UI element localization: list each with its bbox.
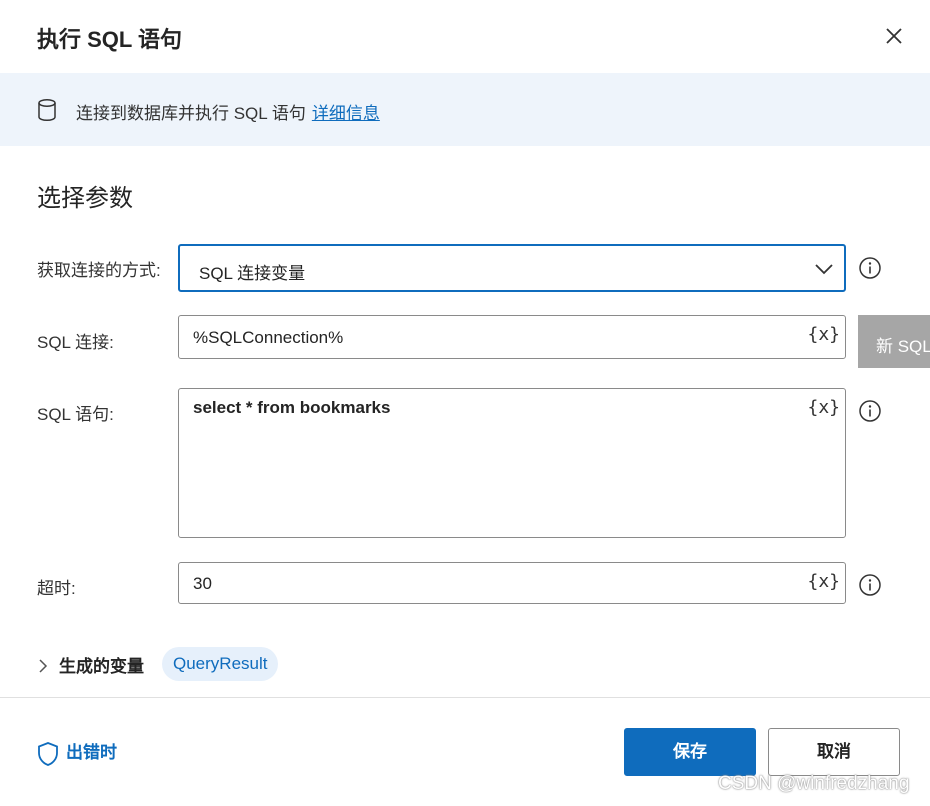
shield-icon	[38, 741, 58, 766]
watermark: CSDN @winfredzhang	[718, 773, 910, 794]
sql-connection-input[interactable]: %SQLConnection% {x}	[178, 315, 846, 359]
info-icon[interactable]	[858, 399, 882, 423]
timeout-value: 30	[193, 574, 212, 593]
info-icon[interactable]	[858, 256, 882, 280]
details-link[interactable]: 详细信息	[312, 104, 380, 123]
banner-text: 连接到数据库并执行 SQL 语句 详细信息	[76, 99, 380, 124]
timeout-label: 超时:	[37, 579, 76, 598]
sql-connection-value: %SQLConnection%	[193, 328, 344, 347]
dialog-title: 执行 SQL 语句	[37, 27, 183, 52]
section-title: 选择参数	[37, 185, 133, 212]
new-sql-button[interactable]: 新 SQL	[858, 315, 930, 368]
variable-picker-button[interactable]: {x}	[807, 397, 840, 418]
chevron-down-icon	[815, 264, 833, 275]
on-error-label: 出错时	[66, 743, 117, 762]
sql-statement-textarea[interactable]: select * from bookmarks {x}	[178, 388, 846, 538]
info-circle-icon	[859, 257, 881, 279]
connection-mode-value: SQL 连接变量	[199, 264, 306, 283]
variable-picker-button[interactable]: {x}	[807, 324, 840, 345]
banner-description: 连接到数据库并执行 SQL 语句	[76, 104, 306, 123]
chevron-right-icon	[37, 657, 49, 677]
info-circle-icon	[859, 400, 881, 422]
info-icon[interactable]	[858, 573, 882, 597]
close-button[interactable]	[880, 22, 908, 50]
cancel-button[interactable]: 取消	[768, 728, 900, 776]
generated-variables-label: 生成的变量	[59, 657, 144, 676]
connection-mode-select[interactable]: SQL 连接变量	[178, 244, 846, 292]
save-button[interactable]: 保存	[624, 728, 756, 776]
info-banner: 连接到数据库并执行 SQL 语句 详细信息	[0, 73, 930, 146]
sql-connection-label: SQL 连接:	[37, 333, 114, 352]
variable-picker-button[interactable]: {x}	[807, 571, 840, 592]
on-error-button[interactable]: 出错时	[36, 738, 117, 767]
generated-variables-toggle[interactable]: 生成的变量	[37, 652, 144, 677]
connection-mode-label: 获取连接的方式:	[37, 261, 161, 280]
database-icon	[38, 99, 56, 122]
info-circle-icon	[859, 574, 881, 596]
sql-statement-label: SQL 语句:	[37, 405, 114, 424]
close-icon	[886, 28, 902, 44]
footer-divider	[0, 697, 930, 698]
sql-statement-value: select * from bookmarks	[193, 398, 391, 417]
variable-chip[interactable]: QueryResult	[162, 647, 279, 681]
timeout-input[interactable]: 30 {x}	[178, 562, 846, 604]
